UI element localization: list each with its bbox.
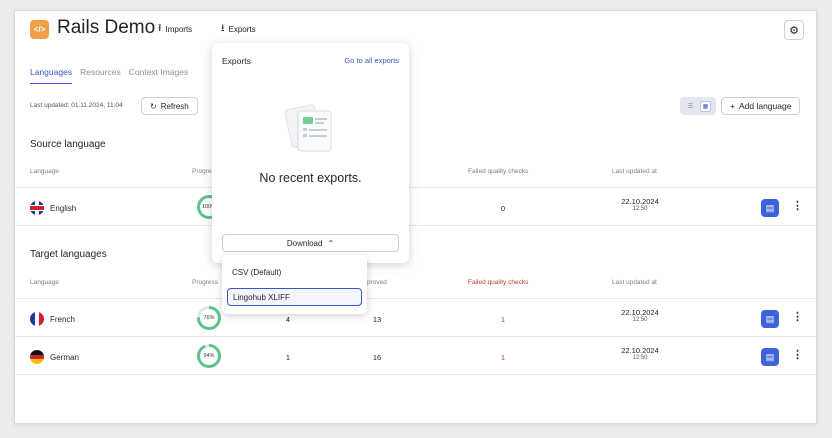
tab-languages[interactable]: Languages: [30, 67, 73, 84]
language-name: English: [50, 203, 77, 213]
editor-icon: ▤: [765, 313, 775, 324]
exports-popup: Exports Go to all exports No recent expo…: [212, 43, 409, 263]
gear-icon: ⚙: [789, 24, 799, 37]
last-updated-date: 22.10.2024 12:50: [610, 346, 670, 362]
divider: [15, 374, 816, 375]
more-options-icon[interactable]: ⋮: [792, 199, 803, 212]
failed-count: 1: [500, 315, 506, 324]
refresh-label: Refresh: [160, 101, 189, 111]
target-languages-heading: Target languages: [30, 249, 107, 260]
open-editor-button[interactable]: ▤: [761, 348, 779, 366]
column-header-last-updated: Last updated at: [612, 279, 657, 286]
list-view-icon[interactable]: ☰: [685, 101, 696, 112]
download-icon: ⭳: [221, 23, 225, 34]
last-updated-date: 22.10.2024 12:50: [610, 308, 670, 324]
column-header-failed: Failed quality checks: [468, 279, 529, 286]
app-logo: </>: [30, 20, 49, 39]
menu-item-lingohub-xliff[interactable]: Lingohub XLIFF: [227, 288, 362, 306]
count-cell: 1: [285, 353, 291, 362]
upload-icon: ⭱: [158, 23, 162, 34]
progress-ring: 94%: [197, 344, 221, 368]
france-flag-icon: [30, 312, 44, 326]
view-toggle: ☰ ▦: [680, 97, 716, 115]
count-cell: 4: [285, 315, 291, 324]
exports-label: Exports: [228, 24, 256, 34]
download-label: Download: [286, 238, 323, 248]
add-language-label: Add language: [738, 101, 792, 111]
menu-item-csv[interactable]: CSV (Default): [227, 263, 362, 281]
exports-button[interactable]: ⭳ Exports: [221, 24, 256, 34]
divider: [15, 187, 816, 188]
editor-icon: ▤: [765, 351, 775, 362]
language-cell[interactable]: German: [30, 350, 79, 364]
add-language-button[interactable]: + Add language: [721, 97, 801, 115]
failed-count: 0: [500, 204, 506, 213]
plus-icon: +: [730, 101, 735, 111]
approved-count: 16: [372, 353, 382, 362]
grid-view-icon[interactable]: ▦: [700, 100, 711, 112]
editor-icon: ▤: [765, 202, 775, 213]
refresh-icon: ↻: [150, 101, 157, 111]
tab-resources[interactable]: Resources: [80, 67, 121, 84]
tab-context-images[interactable]: Context Images: [129, 67, 189, 84]
more-options-icon[interactable]: ⋮: [792, 310, 803, 323]
time-text: 12:50: [632, 355, 648, 362]
time-text: 12:50: [632, 206, 648, 213]
language-cell[interactable]: French: [30, 312, 75, 326]
settings-button[interactable]: ⚙: [784, 20, 804, 40]
progress-ring: 76%: [197, 306, 221, 330]
failed-count: 1: [500, 353, 506, 362]
column-header-last-updated: Last updated at: [612, 168, 657, 175]
column-header-failed: Failed quality checks: [468, 168, 529, 175]
open-editor-button[interactable]: ▤: [761, 199, 779, 217]
exports-popup-title: Exports: [222, 56, 251, 66]
progress-value: 94%: [200, 347, 218, 365]
language-name: German: [50, 352, 79, 362]
empty-exports-illustration-icon: [284, 104, 332, 152]
go-to-all-exports-link[interactable]: Go to all exports: [344, 56, 399, 65]
time-text: 12:50: [632, 317, 648, 324]
date-text: 22.10.2024: [621, 308, 659, 317]
divider: [15, 225, 816, 226]
open-editor-button[interactable]: ▤: [761, 310, 779, 328]
chevron-up-icon: ⌃: [327, 238, 335, 248]
imports-label: Imports: [165, 24, 193, 34]
column-header-language: Language: [30, 279, 59, 286]
divider: [15, 298, 816, 299]
germany-flag-icon: [30, 350, 44, 364]
progress-value: 76%: [200, 309, 218, 327]
source-language-heading: Source language: [30, 139, 106, 150]
download-format-menu: CSV (Default) Lingohub XLIFF: [222, 255, 367, 314]
app-window: </> Rails Demo ⭱ Imports ⭳ Exports ⚙ Lan…: [14, 10, 817, 424]
column-header-language: Language: [30, 168, 59, 175]
approved-count: 13: [372, 315, 382, 324]
empty-state-text: No recent exports.: [259, 171, 362, 185]
imports-button[interactable]: ⭱ Imports: [158, 24, 192, 34]
divider: [15, 336, 816, 337]
date-text: 22.10.2024: [621, 197, 659, 206]
date-text: 22.10.2024: [621, 346, 659, 355]
refresh-button[interactable]: ↻ Refresh: [141, 97, 198, 115]
more-options-icon[interactable]: ⋮: [792, 348, 803, 361]
language-name: French: [50, 314, 75, 324]
last-updated-date: 22.10.2024 12:50: [610, 197, 670, 213]
language-cell[interactable]: English: [30, 201, 76, 215]
column-header-progress: Progress: [192, 279, 219, 286]
download-button[interactable]: Download ⌃: [222, 234, 399, 252]
tab-bar: Languages Resources Context Images: [30, 67, 188, 84]
page-title: Rails Demo: [57, 17, 156, 38]
uk-flag-icon: [30, 201, 44, 215]
last-updated-text: Last updated: 01.11.2024, 11:04: [30, 102, 123, 109]
